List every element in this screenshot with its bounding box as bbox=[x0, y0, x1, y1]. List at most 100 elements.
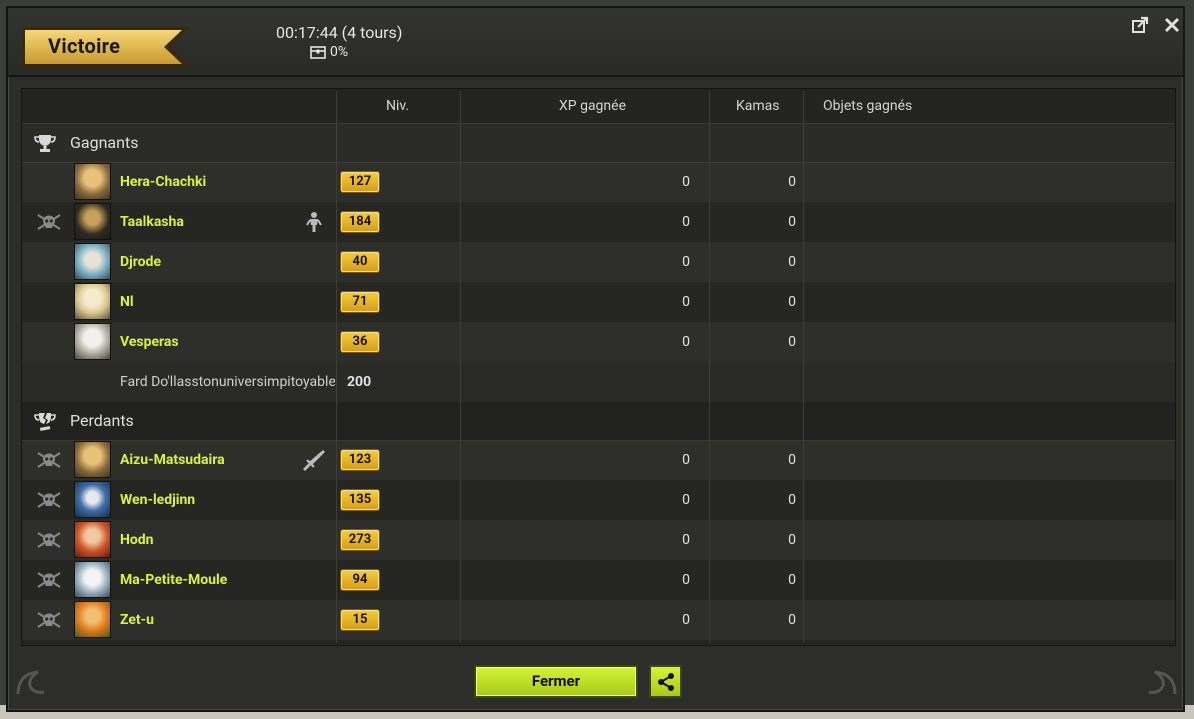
avatar bbox=[74, 481, 111, 518]
kamas-value: 0 bbox=[788, 214, 796, 230]
chest-percent-value: 0% bbox=[330, 44, 349, 60]
level-badge: 123 bbox=[340, 449, 380, 471]
kamas-value: 0 bbox=[788, 334, 796, 350]
ornament-corner bbox=[16, 670, 45, 695]
table-row[interactable]: Vesperas 36 0 0 bbox=[22, 322, 1175, 362]
kamas-value: 0 bbox=[788, 254, 796, 270]
divider bbox=[22, 123, 1175, 124]
kamas-value: 0 bbox=[788, 452, 796, 468]
broken-trophy-icon bbox=[34, 413, 56, 431]
share-button[interactable] bbox=[649, 665, 682, 698]
table-row[interactable]: Taalkasha 184 0 0 bbox=[22, 202, 1175, 242]
level-badge: 15 bbox=[340, 609, 380, 631]
xp-value: 0 bbox=[682, 452, 690, 468]
close-window-button[interactable]: Fermer bbox=[474, 665, 638, 698]
avatar bbox=[74, 323, 111, 360]
table-row[interactable]: Wen-ledjinn 135 0 0 bbox=[22, 480, 1175, 520]
divider bbox=[709, 91, 710, 643]
results-table: Niv. XP gagnée Kamas Objets gagnés Gagna… bbox=[21, 88, 1176, 646]
column-header-level: Niv. bbox=[386, 98, 410, 114]
kamas-value: 0 bbox=[788, 572, 796, 588]
table-row[interactable]: Aizu-Matsudaira 123 0 0 bbox=[22, 440, 1175, 480]
skull-icon bbox=[37, 452, 61, 468]
xp-value: 0 bbox=[682, 254, 690, 270]
share-icon bbox=[657, 672, 674, 691]
losers-group-header: Perdants bbox=[22, 402, 1175, 440]
column-header-kamas: Kamas bbox=[736, 98, 780, 114]
kamas-value: 0 bbox=[788, 294, 796, 310]
window-footer: Fermer bbox=[8, 650, 1183, 712]
xp-value: 0 bbox=[682, 334, 690, 350]
table-row[interactable]: Hodn 273 0 0 bbox=[22, 520, 1175, 560]
skull-icon bbox=[37, 612, 61, 628]
kamas-value: 0 bbox=[788, 492, 796, 508]
table-row[interactable]: Ma-Petite-Moule 94 0 0 bbox=[22, 560, 1175, 600]
kamas-value: 0 bbox=[788, 612, 796, 628]
player-name[interactable]: Nl bbox=[120, 282, 134, 322]
avatar bbox=[74, 441, 111, 478]
kamas-value: 0 bbox=[788, 532, 796, 548]
xp-value: 0 bbox=[682, 612, 690, 628]
monster-row: Fard Do'llasstonuniversimpitoyable 200 bbox=[22, 362, 1175, 402]
level-badge: 135 bbox=[340, 489, 380, 511]
player-name[interactable]: Vesperas bbox=[120, 322, 179, 362]
divider bbox=[460, 91, 461, 643]
level-badge: 127 bbox=[340, 171, 380, 193]
player-name[interactable]: Djrode bbox=[120, 242, 161, 282]
avatar bbox=[74, 561, 111, 598]
skull-icon bbox=[37, 492, 61, 508]
character-icon bbox=[306, 212, 322, 232]
avatar bbox=[74, 521, 111, 558]
avatar bbox=[74, 243, 111, 280]
window-header: Victoire 00:17:44 (4 tours) 0% bbox=[8, 8, 1183, 77]
divider bbox=[22, 162, 1175, 163]
level-badge: 94 bbox=[340, 569, 380, 591]
player-name[interactable]: Aizu-Matsudaira bbox=[120, 440, 225, 480]
skull-icon bbox=[37, 572, 61, 588]
xp-value: 0 bbox=[682, 572, 690, 588]
player-name[interactable]: Wen-ledjinn bbox=[120, 480, 195, 520]
xp-value: 0 bbox=[682, 214, 690, 230]
monster-name: Fard Do'llasstonuniversimpitoyable bbox=[120, 374, 335, 390]
result-label: Victoire bbox=[48, 34, 121, 58]
skull-icon bbox=[37, 532, 61, 548]
avatar bbox=[74, 203, 111, 240]
table-row[interactable]: Zet-u 15 0 0 bbox=[22, 600, 1175, 640]
avatar bbox=[74, 601, 111, 638]
popout-button[interactable] bbox=[1129, 14, 1151, 36]
table-row[interactable]: Djrode 40 0 0 bbox=[22, 242, 1175, 282]
level-badge: 40 bbox=[340, 251, 380, 273]
table-row[interactable]: Hera-Chachki 127 0 0 bbox=[22, 162, 1175, 202]
close-icon bbox=[1164, 17, 1180, 33]
skull-icon bbox=[37, 214, 61, 230]
fight-duration: 00:17:44 (4 tours) bbox=[276, 23, 403, 42]
fight-result-window: Victoire 00:17:44 (4 tours) 0% Niv. XP g… bbox=[6, 6, 1185, 712]
level-badge: 273 bbox=[340, 529, 380, 551]
divider bbox=[803, 91, 804, 643]
player-name[interactable]: Hera-Chachki bbox=[120, 162, 206, 202]
sword-icon bbox=[303, 450, 325, 471]
monster-level: 200 bbox=[347, 374, 372, 390]
kamas-value: 0 bbox=[788, 174, 796, 190]
result-ribbon: Victoire bbox=[20, 25, 190, 67]
xp-value: 0 bbox=[682, 492, 690, 508]
column-header-xp: XP gagnée bbox=[559, 98, 626, 114]
losers-label: Perdants bbox=[70, 411, 134, 430]
winners-label: Gagnants bbox=[70, 133, 139, 152]
column-header-items: Objets gagnés bbox=[823, 98, 913, 114]
player-name[interactable]: Ma-Petite-Moule bbox=[120, 560, 227, 600]
close-button[interactable] bbox=[1161, 14, 1183, 36]
winners-group-header: Gagnants bbox=[22, 124, 1175, 162]
table-row[interactable]: Nl 71 0 0 bbox=[22, 282, 1175, 322]
player-name[interactable]: Hodn bbox=[120, 520, 154, 560]
level-badge: 184 bbox=[340, 211, 380, 233]
level-badge: 71 bbox=[340, 291, 380, 313]
player-name[interactable]: Zet-u bbox=[120, 600, 154, 640]
xp-value: 0 bbox=[682, 174, 690, 190]
player-name[interactable]: Taalkasha bbox=[120, 202, 184, 242]
level-badge: 36 bbox=[340, 331, 380, 353]
chest-percentage: 0% bbox=[310, 44, 348, 60]
ornament-corner bbox=[1148, 670, 1177, 695]
popout-icon bbox=[1132, 16, 1149, 33]
xp-value: 0 bbox=[682, 294, 690, 310]
